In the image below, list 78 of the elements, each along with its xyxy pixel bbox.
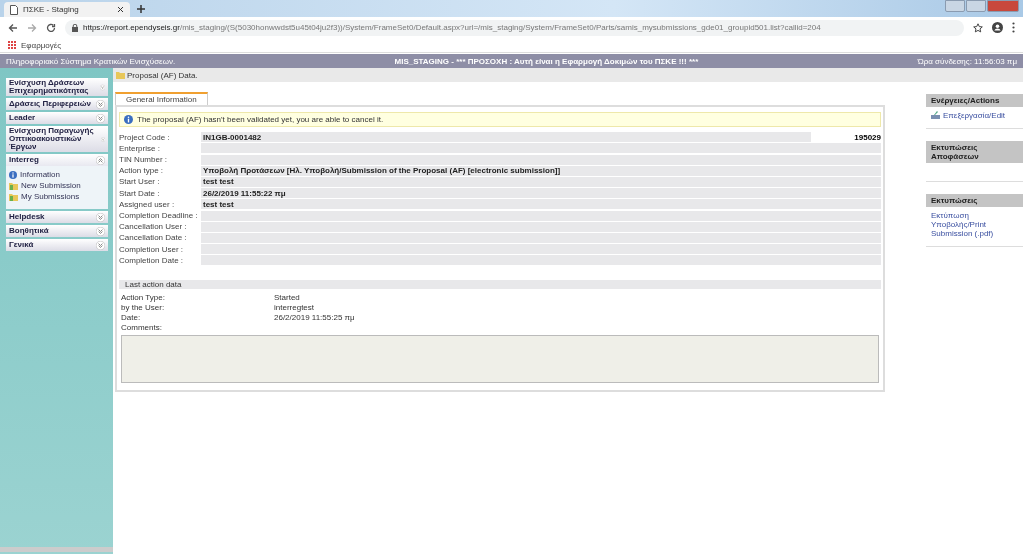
field-value: interregtest bbox=[274, 302, 315, 312]
menu-header[interactable]: Ενίσχυση Δράσεων Επιχειρηματικότητας bbox=[6, 78, 108, 96]
warning-text: MIS_STAGING - *** ΠΡΟΣΟΧΗ : Αυτή είναι η Εφαρμογή Δοκιμών του ΠΣΚΕ !!! *** bbox=[394, 56, 699, 66]
folder-icon bbox=[9, 181, 18, 190]
account-icon[interactable] bbox=[992, 22, 1003, 33]
bookmark-link[interactable]: Εφαρμογές bbox=[21, 40, 62, 50]
system-name: Πληροφοριακό Σύστημα Κρατικών Ενισχύσεων. bbox=[6, 56, 176, 66]
field-label: TIN Number : bbox=[119, 155, 168, 165]
apps-icon[interactable] bbox=[8, 41, 16, 49]
field-value: 26/2/2019 11:55:25 πμ bbox=[274, 313, 355, 322]
field-label: Completion Date : bbox=[119, 255, 185, 265]
section-header: Last action data bbox=[119, 280, 881, 290]
info-icon bbox=[9, 170, 17, 179]
menu-header[interactable]: Interreg bbox=[6, 154, 108, 166]
folder-icon bbox=[9, 192, 18, 201]
menu-header[interactable]: Ενίσχυση Παραγωγής Οπτικοακουστικών Έργων bbox=[6, 126, 108, 152]
field-label: Start Date : bbox=[119, 188, 161, 198]
expand-icon[interactable] bbox=[96, 212, 105, 222]
field-label: Date: bbox=[121, 313, 142, 322]
page-title: Proposal (AF) Data. bbox=[127, 70, 198, 80]
field-value: IN1GB-0001482 bbox=[201, 132, 811, 143]
field-label: Start User : bbox=[119, 177, 161, 187]
tab-title: ΠΣΚΕ - Staging bbox=[23, 5, 80, 14]
comments-field[interactable] bbox=[121, 335, 879, 384]
menu-icon[interactable] bbox=[1012, 22, 1015, 33]
panel-header: Εκτυπώσεις bbox=[926, 194, 1023, 207]
field-label: Project Code : bbox=[119, 132, 171, 142]
menu-header[interactable]: Leader bbox=[6, 112, 108, 124]
field-label: Action Type: bbox=[121, 292, 166, 302]
menu-header[interactable]: Γενικά bbox=[6, 239, 108, 251]
star-icon[interactable] bbox=[973, 22, 983, 33]
expand-icon[interactable] bbox=[96, 226, 105, 236]
back-icon[interactable] bbox=[8, 22, 18, 33]
expand-icon[interactable] bbox=[96, 99, 105, 109]
menu-header[interactable]: Helpdesk bbox=[6, 211, 108, 223]
folder-icon bbox=[116, 71, 125, 79]
info-icon bbox=[124, 115, 133, 124]
field-value: test test bbox=[201, 176, 881, 187]
notice-text: The proposal (AF) hasn't been validated yet, you are able to cancel it. bbox=[137, 115, 384, 124]
expand-icon[interactable] bbox=[96, 240, 105, 250]
field-value: 195029 bbox=[853, 132, 881, 142]
tab[interactable]: General Information bbox=[115, 92, 208, 105]
field-label: Comments: bbox=[121, 323, 163, 333]
menu-item[interactable]: New Submission bbox=[9, 181, 105, 190]
panel-header: Εκτυπώσεις Αποφάσεων bbox=[926, 141, 1023, 163]
login-time: Ώρα σύνδεσης: 11:56:03 πμ bbox=[917, 56, 1017, 66]
field-value: test test bbox=[201, 199, 881, 210]
lock-icon bbox=[72, 23, 78, 32]
reload-icon[interactable] bbox=[46, 22, 56, 33]
window-controls[interactable] bbox=[945, 0, 1019, 12]
field-value: 26/2/2019 11:55:22 πμ bbox=[201, 188, 881, 199]
field-label: Completion User : bbox=[119, 244, 185, 254]
field-label: Completion Deadline : bbox=[119, 211, 199, 220]
field-label: Enterprise : bbox=[119, 143, 161, 153]
close-icon[interactable] bbox=[117, 6, 124, 13]
field-value: Υποβολή Προτάσεων [Ηλ. Υποβολή/Submission of the Proposal (AF) [electronic submission]] bbox=[201, 165, 881, 176]
field-label: Cancellation User : bbox=[119, 222, 188, 232]
field-value: Started bbox=[274, 292, 300, 302]
action-link[interactable]: Εκτύπωση Υποβολής/Print Submission (.pdf) bbox=[931, 211, 1018, 238]
panel-header: Ενέργειες/Actions bbox=[926, 94, 1023, 107]
field-label: Cancellation Date : bbox=[119, 233, 188, 243]
forward-icon[interactable] bbox=[27, 22, 37, 33]
field-label: by the User: bbox=[121, 302, 166, 312]
field-label: Action type : bbox=[119, 166, 165, 176]
menu-item[interactable]: My Submissions bbox=[9, 192, 105, 201]
browser-tab[interactable]: ΠΣΚΕ - Staging bbox=[4, 2, 130, 17]
field-label: Assigned user : bbox=[119, 199, 176, 209]
new-tab-icon[interactable] bbox=[136, 3, 146, 14]
expand-icon[interactable] bbox=[96, 113, 105, 123]
menu-item[interactable]: Information bbox=[9, 170, 105, 179]
collapse-icon[interactable] bbox=[96, 155, 105, 165]
scrollbar[interactable] bbox=[0, 547, 113, 552]
menu-header[interactable]: Δράσεις Περιφερειών bbox=[6, 98, 108, 110]
edit-icon bbox=[931, 111, 940, 119]
menu-header[interactable]: Βοηθητικά bbox=[6, 225, 108, 237]
address-bar[interactable]: https://report.ependyseis.gr/mis_staging/(S(5030honwwdst5u45t04ju2f3))/System/FrameSet0/Default.aspx?url=/mis_staging/System/FrameSet0/Parts/samis_mysubmissions_gde01_groupid501.list?callid=204 bbox=[65, 19, 964, 36]
action-link[interactable]: Επεξεργασία/Edit bbox=[943, 111, 1006, 120]
page-icon bbox=[10, 4, 18, 15]
